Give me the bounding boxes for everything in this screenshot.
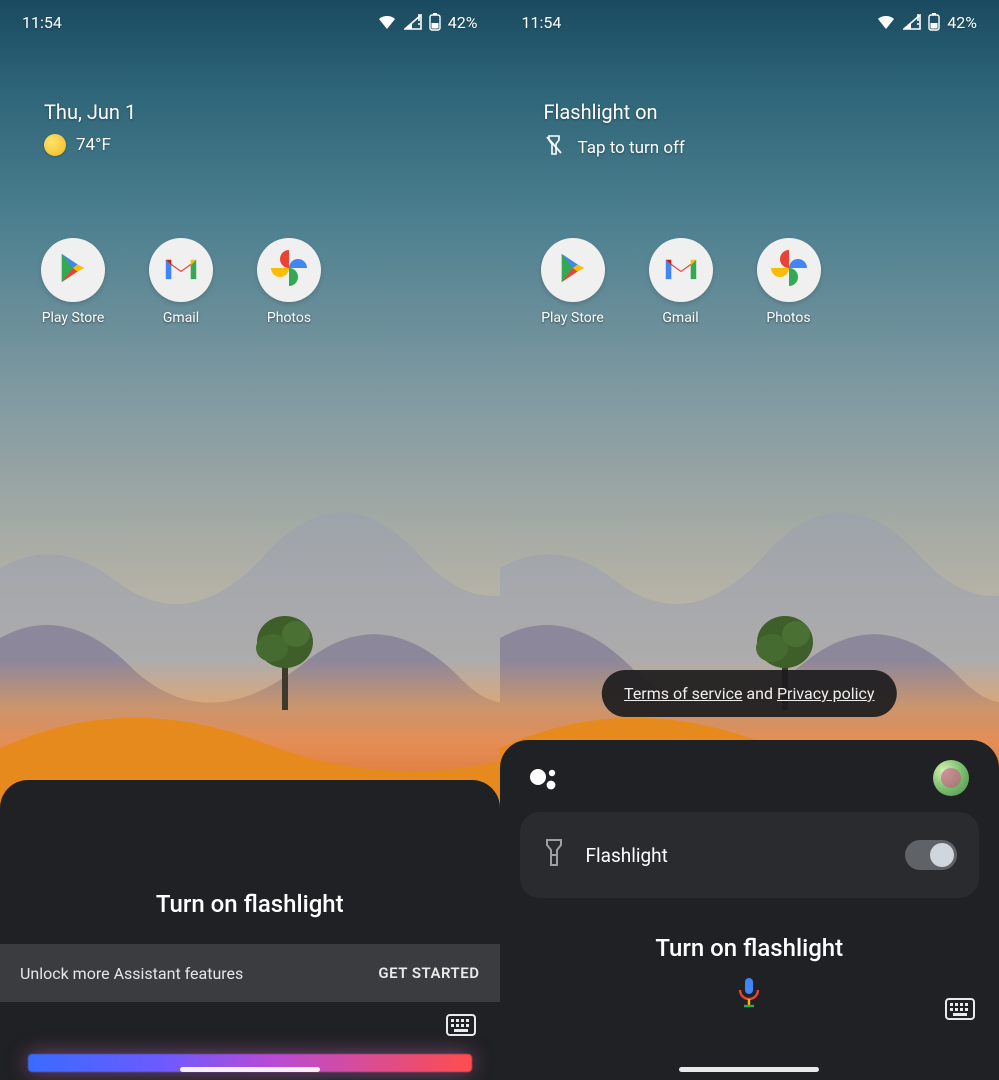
glance-flashlight-subtitle: Tap to turn off [578,138,685,158]
status-bar: 11:54 42% [0,0,500,44]
photos-icon [771,250,807,290]
flashlight-card[interactable]: Flashlight [520,812,980,898]
battery-icon [928,13,940,31]
status-time: 11:54 [22,13,62,32]
glance-flashlight-title: Flashlight on [544,100,685,124]
unlock-text: Unlock more Assistant features [20,964,243,983]
app-label: Photos [267,310,311,326]
status-battery-text: 42% [448,13,478,32]
terms-link[interactable]: Terms of service [624,684,742,703]
status-bar: 11:54 42% [500,0,999,44]
wifi-icon [377,14,397,30]
phone-right: 11:54 42% Flashlight on Tap to turn off … [500,0,999,1080]
get-started-button[interactable]: GET STARTED [378,964,479,982]
wifi-icon [876,14,896,30]
gmail-icon [663,254,699,286]
app-label: Gmail [662,310,698,326]
keyboard-icon[interactable] [945,998,975,1024]
app-gmail[interactable]: Gmail [142,238,220,326]
battery-icon [429,13,441,31]
flashlight-off-icon [544,134,564,161]
home-apps-row: Play Store Gmail Photos [534,238,828,326]
app-photos[interactable]: Photos [750,238,828,326]
weather-sun-icon [44,134,66,156]
assistant-mic-button[interactable] [520,976,980,1010]
app-label: Gmail [163,310,199,326]
gesture-nav-pill[interactable] [180,1067,320,1072]
home-apps-row: Play Store Gmail Photos [34,238,328,326]
app-play-store[interactable]: Play Store [34,238,112,326]
flashlight-card-label: Flashlight [586,844,886,867]
play-store-icon [56,251,90,289]
gmail-icon [163,254,199,286]
wallpaper-tree [250,600,320,710]
glance-date: Thu, Jun 1 [44,100,136,124]
at-a-glance[interactable]: Thu, Jun 1 74°F [44,100,136,156]
privacy-link[interactable]: Privacy policy [777,684,875,703]
flashlight-toggle[interactable] [905,840,957,870]
app-label: Photos [766,310,810,326]
photos-icon [271,250,307,290]
tos-chip[interactable]: Terms of service and Privacy policy [602,670,896,717]
glance-temp: 74°F [76,135,111,155]
status-battery-text: 42% [947,13,977,32]
profile-avatar[interactable] [933,760,969,796]
app-label: Play Store [541,310,604,326]
assistant-title: Turn on flashlight [0,890,500,918]
assistant-logo-icon [528,765,564,791]
assistant-sheet: Flashlight Turn on flashlight [500,740,999,1080]
signal-icon [404,14,422,30]
assistant-title: Turn on flashlight [520,934,980,962]
app-play-store[interactable]: Play Store [534,238,612,326]
tos-and: and [742,684,777,703]
signal-icon [903,14,921,30]
keyboard-icon[interactable] [446,1014,476,1040]
app-label: Play Store [42,310,105,326]
app-photos[interactable]: Photos [250,238,328,326]
assistant-unlock-bar[interactable]: Unlock more Assistant features GET START… [0,944,500,1002]
app-gmail[interactable]: Gmail [642,238,720,326]
status-time: 11:54 [522,13,562,32]
phone-left: 11:54 42% Thu, Jun 1 74°F Play Store [0,0,500,1080]
gesture-nav-pill[interactable] [679,1067,819,1072]
flashlight-icon [542,838,566,872]
play-store-icon [556,251,590,289]
at-a-glance[interactable]: Flashlight on Tap to turn off [544,100,685,161]
assistant-sheet: Turn on flashlight Unlock more Assistant… [0,780,500,1080]
